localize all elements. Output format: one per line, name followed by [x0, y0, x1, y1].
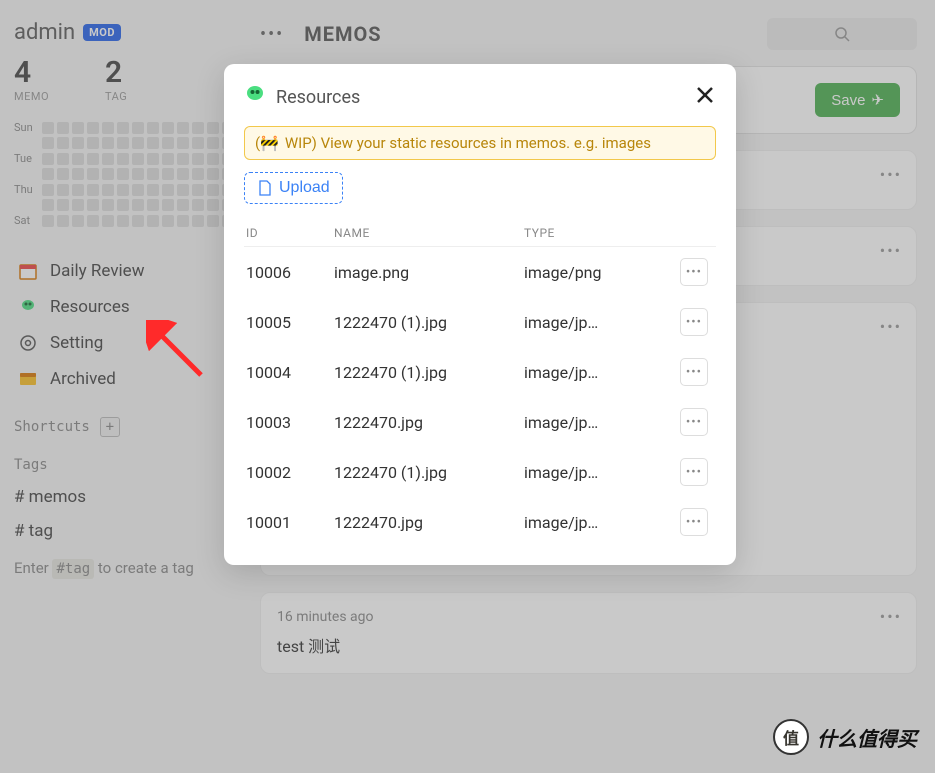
table-row: 100041222470 (1).jpgimage/jp…••• — [244, 347, 716, 397]
row-more-icon[interactable]: ••• — [680, 258, 708, 286]
table-header: ID NAME TYPE — [244, 220, 716, 247]
col-id: ID — [244, 226, 334, 240]
file-icon — [257, 180, 273, 196]
row-more-icon[interactable]: ••• — [680, 358, 708, 386]
wip-text: WIP) View your static resources in memos… — [285, 134, 651, 152]
table-row: 100021222470 (1).jpgimage/jp…••• — [244, 447, 716, 497]
watermark-text: 什么值得买 — [817, 723, 917, 752]
upload-label: Upload — [279, 179, 330, 197]
package-icon — [244, 84, 266, 110]
watermark-circle: 值 — [773, 719, 809, 755]
wip-banner: (🚧 WIP) View your static resources in me… — [244, 126, 716, 160]
row-more-icon[interactable]: ••• — [680, 408, 708, 436]
resources-table: ID NAME TYPE 10006image.pngimage/png••• … — [244, 220, 716, 547]
close-icon[interactable] — [694, 84, 716, 110]
watermark-badge: 值 什么值得买 — [773, 719, 917, 755]
upload-button[interactable]: Upload — [244, 172, 343, 204]
row-more-icon[interactable]: ••• — [680, 458, 708, 486]
resources-modal: Resources (🚧 WIP) View your static resou… — [224, 64, 736, 565]
table-row: 100031222470.jpgimage/jp…••• — [244, 397, 716, 447]
modal-title: Resources — [276, 87, 360, 108]
col-name: NAME — [334, 226, 524, 240]
col-type: TYPE — [524, 226, 680, 240]
row-more-icon[interactable]: ••• — [680, 308, 708, 336]
row-more-icon[interactable]: ••• — [680, 508, 708, 536]
construction-icon: (🚧 — [255, 134, 279, 152]
table-row: 100011222470.jpgimage/jp…••• — [244, 497, 716, 547]
table-row: 100051222470 (1).jpgimage/jp…••• — [244, 297, 716, 347]
table-row: 10006image.pngimage/png••• — [244, 247, 716, 297]
